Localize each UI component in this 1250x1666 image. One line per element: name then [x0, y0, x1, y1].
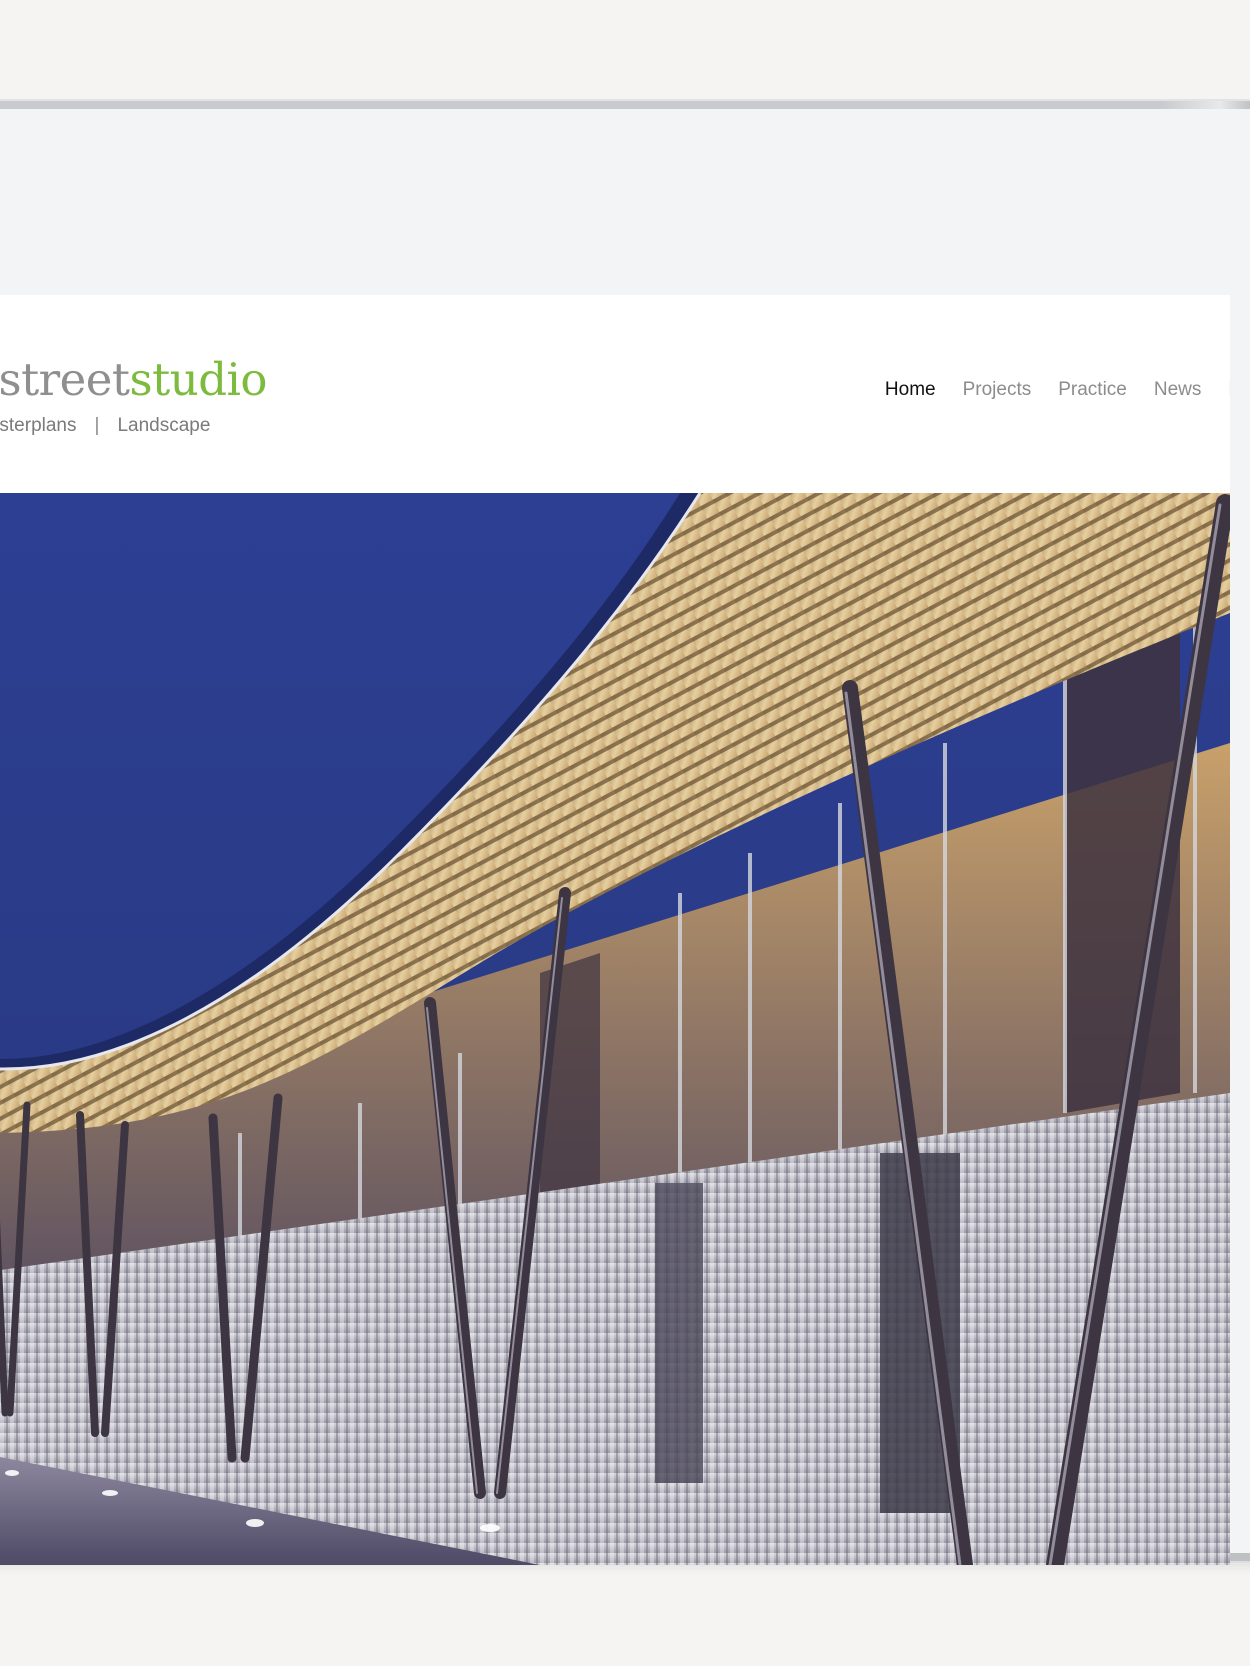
logo-studio: studio: [129, 353, 268, 406]
hero-image: [0, 493, 1230, 1565]
nav-item-truncated[interactable]: F: [1228, 379, 1230, 401]
tagline-item-landscape: Landscape: [117, 415, 211, 436]
tagline-item-masterplans: Masterplans: [0, 415, 77, 436]
main-nav: Home Projects Practice News F: [858, 379, 1230, 401]
building-canopy-photo: [0, 493, 1230, 1565]
nav-item-home[interactable]: Home: [885, 379, 936, 401]
device-frame: nstreetstudio Masterplans | Landscape Home…: [0, 101, 1250, 1565]
logo-street: street: [0, 353, 130, 406]
nav-item-practice[interactable]: Practice: [1058, 379, 1127, 401]
nav-item-projects[interactable]: Projects: [963, 379, 1032, 401]
nav-item-news[interactable]: News: [1154, 379, 1202, 401]
tagline: Masterplans | Landscape: [0, 415, 210, 437]
website-page: nstreetstudio Masterplans | Landscape Home…: [0, 295, 1230, 1565]
site-logo[interactable]: nstreetstudio: [0, 353, 267, 406]
tagline-separator: |: [94, 415, 100, 436]
